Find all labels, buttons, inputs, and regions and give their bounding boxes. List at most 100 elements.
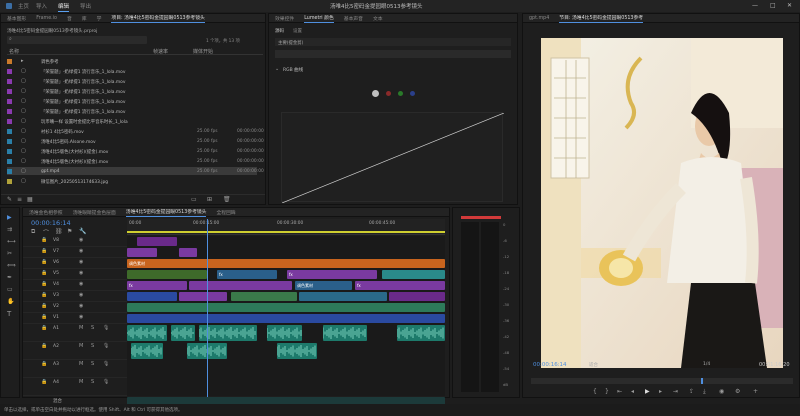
video-clip[interactable]: fx [355,281,445,290]
label-color-swatch[interactable] [7,169,12,174]
razor-tool-icon[interactable]: ✂ [7,250,12,257]
project-item[interactable]: ▢ 玩币嘴一样 设置时金提比平音乐时长_1_lola [7,117,257,125]
video-clip[interactable] [127,303,445,312]
list-view-icon[interactable]: ≡ [17,196,22,203]
video-clip[interactable] [127,248,157,257]
solo-icon[interactable]: S [91,343,94,349]
label-color-swatch[interactable] [7,129,12,134]
lock-icon[interactable]: 🔒 [41,259,47,265]
new-item-icon[interactable]: ⊞ [207,196,212,203]
track-header-v8[interactable]: 🔒 V8 ◉ [23,236,127,247]
add-button-icon[interactable]: + [753,388,758,395]
video-clip[interactable]: 调色素材 [295,281,352,290]
slip-tool-icon[interactable]: ⟺ [7,262,16,269]
mic-icon[interactable]: 🎙 [103,379,109,385]
lumetri-dropdown[interactable]: 主要(提金剪) [275,38,511,46]
track-header-a3[interactable]: 🔒 A3 M S 🎙 [23,360,127,378]
tab-frameio[interactable]: Frame.io [36,16,57,21]
tab-source-monitor[interactable]: gpt.mp4 [529,16,549,21]
export-frame-icon[interactable]: ◉ [719,388,724,395]
nav-edit[interactable]: 编辑 [58,2,70,12]
project-item[interactable]: ▢ 「荣誉题」-奶绿提1 流行音乐_1_lola.mov [7,87,257,95]
mute-icon[interactable]: M [79,343,83,349]
tab-program-monitor[interactable]: 节目: 汤唯4比5密码金提园眼0513参考 [559,14,643,23]
mic-icon[interactable]: 🎙 [103,343,109,349]
mute-icon[interactable]: M [79,325,83,331]
curve-channel-white[interactable] [372,90,379,97]
eye-icon[interactable]: ◉ [79,303,83,309]
video-clip[interactable] [189,281,292,290]
project-item[interactable]: ▢ 微信图片_20250513174633.jpg [7,177,257,185]
track-header-v4[interactable]: 🔒 V4 ◉ [23,280,127,291]
timeline-playhead[interactable] [207,219,208,397]
label-color-swatch[interactable] [7,119,12,124]
lock-icon[interactable]: 🔒 [41,248,47,254]
tab-learn[interactable]: 学 [97,15,102,22]
video-clip[interactable] [127,292,177,301]
mic-icon[interactable]: 🎙 [103,325,109,331]
video-clip[interactable]: 调色素材 [127,259,445,268]
tab-essential-graphics[interactable]: 基本图形 [7,15,26,22]
track-header-a1[interactable]: 🔒 A1 M S 🎙 [23,324,127,342]
selection-tool-icon[interactable]: ▶ [7,214,12,221]
eye-icon[interactable]: ◉ [79,270,83,276]
tab-project[interactable]: 项目: 汤唯4比5密码金提园眼0513参考镜头 [111,14,204,23]
label-color-swatch[interactable] [7,89,12,94]
lock-icon[interactable]: 🔒 [41,292,47,298]
eye-icon[interactable]: ◉ [79,292,83,298]
video-clip[interactable] [231,292,297,301]
tab-text[interactable]: 文本 [373,15,383,22]
play-icon[interactable]: ▶ [645,388,650,395]
work-area-bar[interactable] [127,231,445,233]
fit-dropdown[interactable]: 适合 [589,362,598,368]
rectangle-tool-icon[interactable]: ▭ [7,286,13,293]
nav-export[interactable]: 导出 [80,2,91,10]
nest-icon[interactable]: ⧉ [31,228,35,236]
mute-icon[interactable]: M [79,361,83,367]
audio-clip[interactable] [276,343,317,359]
rgb-curves-title[interactable]: RGB 曲线 [283,67,303,73]
track-area[interactable]: 调色素材 fx fx fx 调色素材 fx [126,236,445,409]
mark-out-icon[interactable]: } [605,388,609,395]
lock-icon[interactable]: 🔒 [41,303,47,309]
project-item[interactable]: ▢ 「荣誉题」-奶绿提1 流行音乐_1_lola.mov [7,77,257,85]
video-clip[interactable]: fx [217,270,277,279]
curve-channel-green[interactable] [398,91,403,96]
track-header-v2[interactable]: 🔒 V2 ◉ [23,302,127,313]
video-clip[interactable] [137,237,177,246]
video-clip[interactable] [299,292,387,301]
minimize-button[interactable]: — [752,2,758,9]
track-header-v1[interactable]: 🔒 V1 ◉ [23,313,127,324]
lock-icon[interactable]: 🔒 [41,270,47,276]
nav-import[interactable]: 导入 [36,2,47,10]
pen-tool-icon[interactable]: ✒ [7,274,12,281]
program-scrubber[interactable] [531,378,793,384]
tab-essential-sound[interactable]: 基本声音 [344,15,363,22]
timeline-timecode[interactable]: 00:00:16:14 [31,219,71,227]
track-header-v7[interactable]: 🔒 V7 ◉ [23,247,127,258]
lift-icon[interactable]: ⇪ [689,388,694,395]
hand-tool-icon[interactable]: ✋ [7,298,14,305]
video-clip[interactable] [389,292,445,301]
video-clip[interactable]: fx [127,281,187,290]
audio-clip[interactable] [170,325,195,341]
label-color-swatch[interactable] [7,79,12,84]
maximize-button[interactable]: □ [770,2,776,9]
audio-clip[interactable] [396,325,445,341]
label-color-swatch[interactable] [7,69,12,74]
type-tool-icon[interactable]: T [7,310,11,318]
solo-icon[interactable]: S [91,361,94,367]
project-search-input[interactable]: ⌕ [7,36,147,44]
project-item[interactable]: ▢ gpt.mp4 25.00 fps 00:00:00:00 [7,167,264,175]
label-color-swatch[interactable] [7,99,12,104]
label-color-swatch[interactable] [7,59,12,64]
lock-icon[interactable]: 🔒 [41,314,47,320]
tab-library[interactable]: 库 [82,15,87,22]
col-framerate[interactable]: 帧速率 [153,48,168,55]
project-item[interactable]: ▢ 「荣誉题」-奶绿提1 流行音乐_1_lola.mov [7,97,257,105]
lock-icon[interactable]: 🔒 [41,361,47,367]
delete-icon[interactable]: 🗑 [223,196,231,203]
project-item[interactable]: ▢ 「荣誉题」-奶绿提1 流行音乐_1_lola.mov [7,107,257,115]
new-bin-icon[interactable]: ▭ [191,196,197,203]
step-back-icon[interactable]: ◂ [631,388,634,395]
